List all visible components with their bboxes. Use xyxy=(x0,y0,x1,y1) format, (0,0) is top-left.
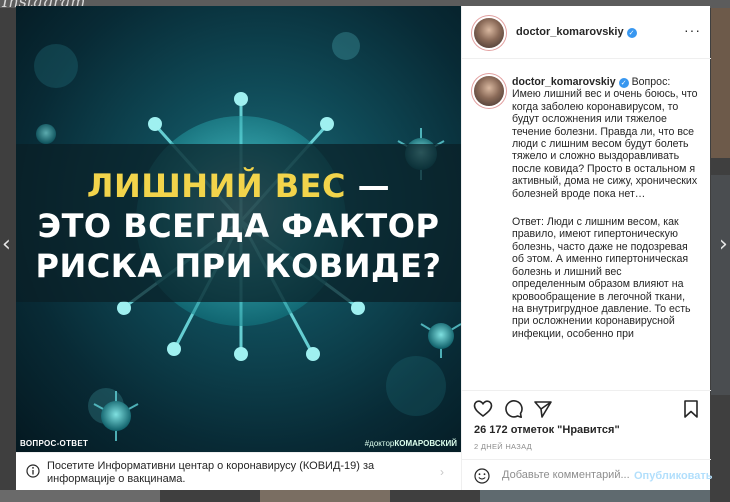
chevron-right-icon[interactable]: › xyxy=(719,232,728,257)
background-thumbnail xyxy=(711,175,730,395)
post-modal: ЛИШНИЙ ВЕС — ЭТО ВСЕГДА ФАКТОР РИСКА ПРИ… xyxy=(16,6,713,491)
background-thumbnail xyxy=(0,490,160,502)
share-icon[interactable] xyxy=(533,399,553,419)
hashtag-prefix: #доктор xyxy=(364,439,395,448)
comment-input[interactable] xyxy=(502,469,642,481)
comment-icon[interactable] xyxy=(503,399,523,419)
chevron-right-icon: › xyxy=(440,465,444,479)
headline-highlight: ЛИШНИЙ ВЕС xyxy=(86,167,346,205)
post-actions: 26 172 отметок "Нравится" 2 ДНЕЙ НАЗАД О… xyxy=(462,390,713,491)
username-text: doctor_komarovskiy xyxy=(516,26,624,38)
bookmark-icon[interactable] xyxy=(681,399,701,419)
hashtag-name: КОМАРОВСКИЙ xyxy=(394,439,457,448)
emoji-icon[interactable] xyxy=(474,468,490,484)
caption-answer-text: Ответ: Люди с лишним весом, как правило,… xyxy=(512,216,691,340)
covid-info-banner[interactable]: Посетите Информативни центар о коронавир… xyxy=(16,452,461,490)
chevron-left-icon[interactable]: ‹ xyxy=(2,232,11,257)
verified-badge-icon: ✓ xyxy=(618,78,629,88)
caption-question: doctor_komarovskiy ✓ Вопрос: Имею лишний … xyxy=(512,76,698,200)
image-tag-right: #докторКОМАРОВСКИЙ xyxy=(365,439,457,448)
headline-line: РИСКА ПРИ КОВИДЕ? xyxy=(35,247,442,285)
avatar[interactable] xyxy=(474,18,504,48)
heart-icon[interactable] xyxy=(473,399,493,419)
caption-body: doctor_komarovskiy ✓ Вопрос: Имею лишний … xyxy=(512,76,698,340)
post-header: doctor_komarovskiy ✓ ··· xyxy=(462,6,711,59)
verified-badge-icon: ✓ xyxy=(626,28,637,38)
header-username[interactable]: doctor_komarovskiy ✓ xyxy=(516,26,637,38)
headline-dash: — xyxy=(345,167,391,205)
background-thumbnail xyxy=(480,490,710,502)
image-tag-left: ВОПРОС-ОТВЕТ xyxy=(20,439,89,448)
avatar[interactable] xyxy=(474,76,504,106)
post-comment-button[interactable]: Опубликовать xyxy=(634,470,713,482)
headline-line: ЭТО ВСЕГДА ФАКТОР xyxy=(37,207,440,245)
info-icon xyxy=(26,464,40,478)
more-horizontal-icon[interactable]: ··· xyxy=(684,22,701,38)
post-side-panel: doctor_komarovskiy ✓ ··· doctor_komarovsk… xyxy=(461,6,713,491)
background-thumbnail xyxy=(711,8,730,158)
covid-info-text: Посетите Информативни центар о коронавир… xyxy=(47,460,375,485)
background-thumbnail xyxy=(260,490,390,502)
likes-count[interactable]: 26 172 отметок "Нравится" xyxy=(474,424,620,436)
post-caption: doctor_komarovskiy ✓ Вопрос: Имею лишний … xyxy=(462,60,711,390)
post-timestamp[interactable]: 2 ДНЕЙ НАЗАД xyxy=(474,442,532,451)
caption-question-text: Вопрос: Имею лишний вес и очень боюсь, ч… xyxy=(512,76,698,200)
caption-username[interactable]: doctor_komarovskiy xyxy=(512,76,616,88)
add-comment-row: Опубликовать xyxy=(462,459,713,491)
post-headline: ЛИШНИЙ ВЕС — ЭТО ВСЕГДА ФАКТОР РИСКА ПРИ… xyxy=(16,166,461,286)
post-image: ЛИШНИЙ ВЕС — ЭТО ВСЕГДА ФАКТОР РИСКА ПРИ… xyxy=(16,6,461,452)
